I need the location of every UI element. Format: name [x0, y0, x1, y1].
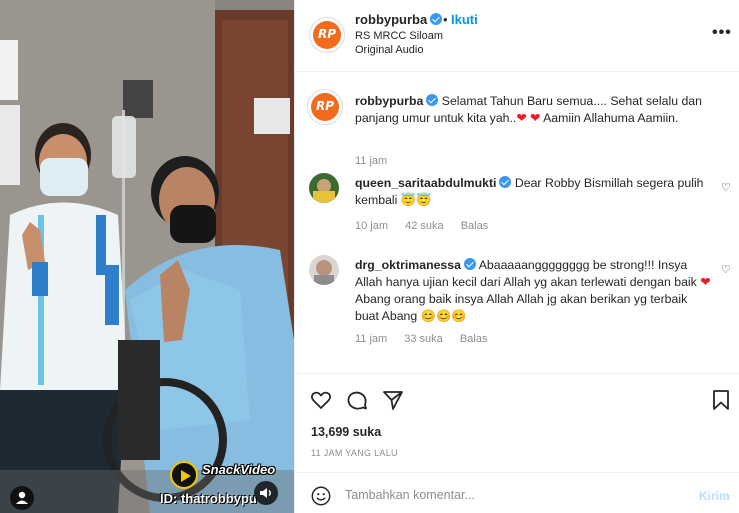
verified-badge-icon — [426, 94, 439, 106]
emoji-icon[interactable] — [310, 485, 332, 507]
save-bookmark-icon[interactable] — [709, 388, 733, 412]
author-avatar[interactable]: RP — [309, 17, 345, 53]
comment-text: queen_saritaabdulmukti Dear Robby Bismil… — [355, 176, 704, 207]
emoji: 😇😇 — [400, 193, 432, 207]
reply-button[interactable]: Balas — [460, 333, 488, 345]
caption-meta: 11 jam — [355, 155, 401, 167]
watermark-id: ID: thatrobbypu — [160, 491, 257, 506]
watermark-brand: SnackVideo — [202, 462, 276, 477]
comment-likes[interactable]: 42 suka — [405, 220, 444, 232]
comments-list: RP robbypurba Selamat Tahun Baru semua..… — [295, 73, 739, 370]
commenter-avatar[interactable] — [309, 255, 339, 285]
comment-likes[interactable]: 33 suka — [404, 333, 443, 345]
heart-emoji: ❤ ❤ — [516, 111, 541, 125]
comment-text: drg_oktrimanessa Abaaaaangggggggg be str… — [355, 258, 711, 323]
reply-button[interactable]: Balas — [461, 220, 489, 232]
verified-badge-icon — [499, 176, 512, 188]
like-heart-icon[interactable] — [309, 388, 333, 412]
comment-username[interactable]: drg_oktrimanessa — [355, 258, 461, 272]
post-side-panel: RP robbypurba • Ikuti RS MRCC Siloam Ori… — [294, 0, 739, 513]
post-timestamp[interactable]: 11 JAM YANG LALU — [311, 448, 398, 458]
post-header: RP robbypurba • Ikuti RS MRCC Siloam Ori… — [295, 0, 739, 72]
avatar-image — [309, 173, 339, 203]
post-actions — [295, 373, 739, 423]
comment-input[interactable] — [345, 484, 665, 506]
comment-composer: Kirim — [295, 472, 739, 513]
follow-button[interactable]: Ikuti — [451, 12, 478, 27]
comment-time[interactable]: 10 jam — [355, 220, 388, 232]
caption-text: robbypurba Selamat Tahun Baru semua.... … — [355, 94, 702, 125]
author-avatar[interactable]: RP — [307, 89, 343, 125]
emoji: 😊😊😊 — [420, 309, 467, 323]
avatar-image — [309, 255, 339, 285]
heart-emoji: ❤ — [700, 275, 711, 289]
comment-icon[interactable] — [345, 388, 369, 412]
author-username[interactable]: robbypurba — [355, 12, 443, 27]
post-comment-button[interactable]: Kirim — [699, 489, 730, 503]
caption-username[interactable]: robbypurba — [355, 94, 423, 108]
comment-time[interactable]: 11 jam — [355, 333, 387, 345]
verified-badge-icon — [463, 258, 476, 270]
audio-link[interactable]: Original Audio — [355, 44, 424, 56]
separator-dot: • — [443, 12, 448, 27]
caption-time[interactable]: 11 jam — [355, 155, 387, 167]
comment-meta: 11 jam 33 suka Balas — [355, 333, 501, 345]
more-options-icon[interactable]: ••• — [712, 24, 732, 42]
comment-username[interactable]: queen_saritaabdulmukti — [355, 176, 496, 190]
tagged-users-button[interactable] — [10, 486, 34, 510]
post-photo — [0, 0, 294, 513]
comment-like-heart-icon[interactable]: ♡ — [721, 181, 731, 194]
verified-badge-icon — [430, 13, 443, 25]
audio-toggle-button[interactable] — [254, 481, 278, 505]
user-icon — [16, 491, 28, 504]
comment-meta: 10 jam 42 suka Balas — [355, 220, 502, 232]
speaker-icon — [260, 488, 271, 498]
commenter-avatar[interactable] — [309, 173, 339, 203]
share-icon[interactable] — [381, 388, 405, 412]
location-link[interactable]: RS MRCC Siloam — [355, 30, 443, 42]
comment-like-heart-icon[interactable]: ♡ — [721, 263, 731, 276]
post-media[interactable]: SnackVideo ID: thatrobbypu — [0, 0, 294, 513]
snackvideo-logo — [170, 461, 198, 489]
likes-count[interactable]: 13,699 suka — [311, 425, 381, 439]
